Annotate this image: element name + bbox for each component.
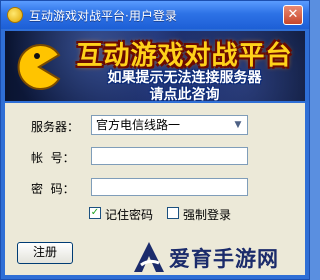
watermark-text: 爱育手游网 [169,247,279,271]
server-select-value: 官方电信线路一 [96,118,181,132]
window-title: 互动游戏对战平台·用户登录 [29,9,177,23]
watermark-logo-icon [134,242,164,272]
remember-password-label[interactable]: 记住密码 [105,206,153,223]
password-input[interactable] [91,178,248,196]
server-label: 服务器： [31,120,80,134]
force-login-label[interactable]: 强制登录 [183,206,231,223]
pacman-icon [17,44,61,90]
close-button[interactable]: ✕ [283,5,303,25]
password-label: 密 码： [31,182,75,196]
app-icon [7,7,23,23]
account-label: 帐 号： [31,151,75,165]
remember-password-checkbox[interactable]: ✓ [89,207,101,219]
watermark: 爱育手游网 [131,237,309,277]
login-window: 互动游戏对战平台·用户登录 ✕ 互动游戏对战平台 如果提示无法连接服务器 请点此… [0,0,310,280]
promo-banner[interactable]: 互动游戏对战平台 如果提示无法连接服务器 请点此咨询 [5,31,305,101]
force-login-checkbox[interactable] [167,207,179,219]
dropdown-arrow-icon[interactable]: ▼ [231,118,245,132]
server-select[interactable]: 官方电信线路一 ▼ [91,115,248,135]
register-button[interactable]: 注册 [17,242,73,264]
account-input[interactable] [91,147,248,165]
title-bar[interactable]: 互动游戏对战平台·用户登录 ✕ [1,1,309,29]
banner-consult-link[interactable]: 请点此咨询 [67,84,302,101]
